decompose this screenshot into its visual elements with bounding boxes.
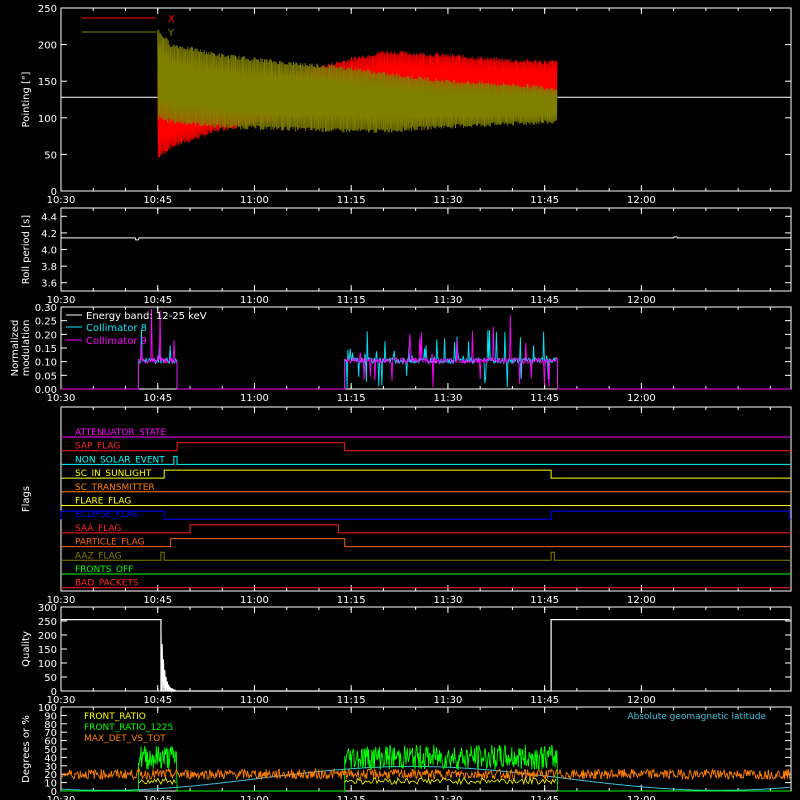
x-tick-label: 11:30 bbox=[434, 595, 463, 606]
flag-label: FRONTS_OFF bbox=[75, 565, 133, 575]
x-tick-label: 11:45 bbox=[530, 195, 559, 206]
y-tick-label: 3.8 bbox=[41, 262, 57, 273]
x-tick-label: 11:00 bbox=[240, 695, 269, 706]
y-tick-label: 0 bbox=[51, 187, 57, 198]
y-tick-label: 4.4 bbox=[41, 212, 57, 223]
x-tick-label: 11:00 bbox=[240, 295, 269, 306]
x-tick-label: 10:45 bbox=[143, 695, 172, 706]
legend-label: Collimator 8 bbox=[86, 323, 147, 334]
x-tick-label: 11:15 bbox=[337, 195, 366, 206]
legend-label: MAX_DET_VS_TOT bbox=[84, 734, 166, 744]
x-tick-label: 11:30 bbox=[434, 295, 463, 306]
y-tick-label: 150 bbox=[38, 77, 57, 88]
latitude-annotation: Absolute geomagnetic latitude bbox=[627, 712, 766, 722]
y-tick-label: 0.00 bbox=[35, 385, 57, 396]
y-tick-label: 150 bbox=[38, 645, 57, 656]
y-axis-label: Quality bbox=[21, 631, 32, 667]
y-tick-label: 200 bbox=[38, 631, 57, 642]
x-tick-label: 11:15 bbox=[337, 393, 366, 404]
x-tick-label: 10:45 bbox=[143, 595, 172, 606]
flag-label: ECLIPSE_FLAG bbox=[75, 510, 139, 520]
flag-label: PARTICLE_FLAG bbox=[75, 538, 145, 548]
x-tick-label: 11:00 bbox=[240, 795, 269, 800]
y-tick-label: 300 bbox=[38, 603, 57, 614]
y-tick-label: 0.15 bbox=[35, 344, 57, 355]
legend-label: Collimator 9 bbox=[86, 336, 147, 347]
y-tick-label: 250 bbox=[38, 617, 57, 628]
y-tick-label: 100 bbox=[38, 703, 57, 714]
x-tick-label: 11:00 bbox=[240, 393, 269, 404]
x-tick-label: 12:00 bbox=[627, 695, 656, 706]
legend-label: X bbox=[168, 14, 175, 25]
y-axis-label: Degrees or % bbox=[21, 715, 32, 783]
flag-label: FLARE_FLAG bbox=[75, 497, 131, 507]
x-tick-label: 12:00 bbox=[627, 595, 656, 606]
legend-label: Y bbox=[167, 28, 175, 39]
x-tick-label: 10:45 bbox=[143, 295, 172, 306]
x-tick-label: 11:00 bbox=[240, 595, 269, 606]
flag-label: SC_TRANSMITTER bbox=[75, 483, 155, 493]
x-tick-label: 10:45 bbox=[143, 195, 172, 206]
y-tick-label: 50 bbox=[44, 673, 57, 684]
x-tick-label: 11:15 bbox=[337, 595, 366, 606]
x-tick-label: 11:15 bbox=[337, 795, 366, 800]
y-axis-label: Pointing ["] bbox=[21, 71, 32, 127]
y-axis-label: Roll period [s] bbox=[21, 215, 32, 284]
x-tick-label: 11:15 bbox=[337, 295, 366, 306]
x-tick-label: 11:45 bbox=[530, 695, 559, 706]
flag-label: ATTENUATOR_STATE bbox=[75, 428, 167, 438]
y-tick-label: 0.30 bbox=[35, 303, 57, 314]
x-tick-label: 10:45 bbox=[143, 393, 172, 404]
x-tick-label: 11:15 bbox=[337, 695, 366, 706]
flag-label: BAD_PACKETS bbox=[75, 579, 139, 589]
y-tick-label: 100 bbox=[38, 114, 57, 125]
y-tick-label: 50 bbox=[44, 150, 57, 161]
y-tick-label: 0.25 bbox=[35, 317, 57, 328]
y-axis-label: modulation bbox=[21, 320, 32, 377]
flag-label: NON_SOLAR_EVENT bbox=[75, 455, 165, 465]
y-tick-label: 0.10 bbox=[35, 358, 57, 369]
x-tick-label: 11:30 bbox=[434, 795, 463, 800]
x-tick-label: 11:30 bbox=[434, 695, 463, 706]
x-tick-label: 11:45 bbox=[530, 295, 559, 306]
legend-label: FRONT_RATIO bbox=[84, 712, 146, 722]
x-tick-label: 12:00 bbox=[627, 393, 656, 404]
legend-title: Energy band: 12-25 keV bbox=[86, 311, 207, 322]
y-tick-label: 3.6 bbox=[41, 279, 57, 290]
x-tick-label: 11:00 bbox=[240, 195, 269, 206]
flag-label: SAP_FLAG bbox=[75, 442, 120, 452]
x-tick-label: 12:00 bbox=[627, 795, 656, 800]
y-tick-label: 4.0 bbox=[41, 246, 57, 257]
x-tick-label: 10:45 bbox=[143, 795, 172, 800]
y-tick-label: 0.05 bbox=[35, 371, 57, 382]
y-tick-label: 4.2 bbox=[41, 229, 57, 240]
chart-canvas: 10:30 10:45 11:00 11:15 11:30 11:45 12:0005010… bbox=[0, 0, 800, 800]
y-tick-label: 250 bbox=[38, 4, 57, 15]
x-tick-label: 11:45 bbox=[530, 393, 559, 404]
y-axis-label: Normalized bbox=[10, 320, 21, 377]
y-tick-label: 0 bbox=[51, 687, 57, 698]
x-tick-label: 11:45 bbox=[530, 595, 559, 606]
y-tick-label: 100 bbox=[38, 659, 57, 670]
y-tick-label: 0.20 bbox=[35, 330, 57, 341]
flag-label: AAZ_FLAG bbox=[75, 551, 122, 561]
x-tick-label: 11:45 bbox=[530, 795, 559, 800]
x-tick-label: 11:30 bbox=[434, 393, 463, 404]
x-tick-label: 12:00 bbox=[627, 295, 656, 306]
x-tick-label: 11:30 bbox=[434, 195, 463, 206]
x-tick-label: 12:00 bbox=[627, 195, 656, 206]
flag-label: SAA_FLAG bbox=[75, 524, 121, 534]
y-tick-label: 200 bbox=[38, 41, 57, 52]
y-axis-label: Flags bbox=[21, 486, 32, 512]
legend-label: FRONT_RATIO_1225 bbox=[84, 723, 173, 733]
flag-label: SC_IN_SUNLIGHT bbox=[75, 469, 152, 479]
